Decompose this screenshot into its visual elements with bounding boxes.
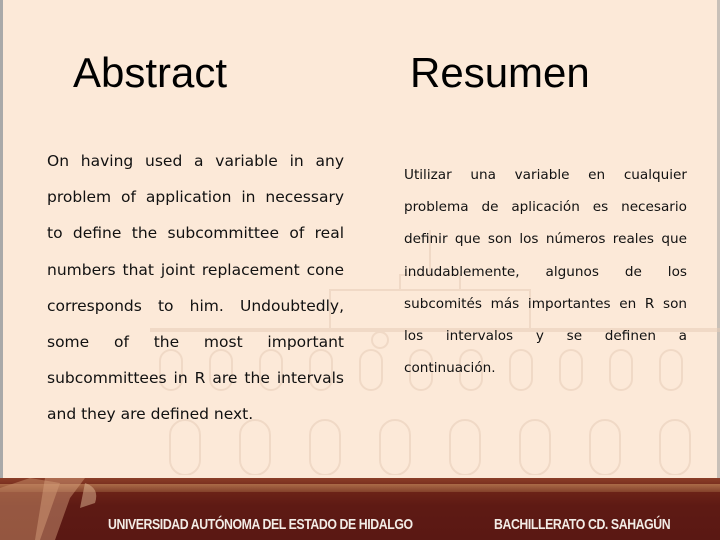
abstract-text: On having used a variable in any problem…	[47, 152, 344, 424]
footer-logo-decoration-icon	[0, 478, 97, 540]
abstract-title: Abstract	[73, 49, 228, 96]
resumen-title: Resumen	[410, 49, 590, 96]
campus-name: BACHILLERATO CD. SAHAGÚN	[494, 516, 671, 533]
footer-banner: UNIVERSIDAD AUTÓNOMA DEL ESTADO DE HIDAL…	[0, 478, 720, 540]
resumen-text: Utilizar una variable en cualquier probl…	[404, 167, 687, 377]
slide-left-border	[0, 0, 3, 480]
university-name: UNIVERSIDAD AUTÓNOMA DEL ESTADO DE HIDAL…	[108, 516, 413, 533]
